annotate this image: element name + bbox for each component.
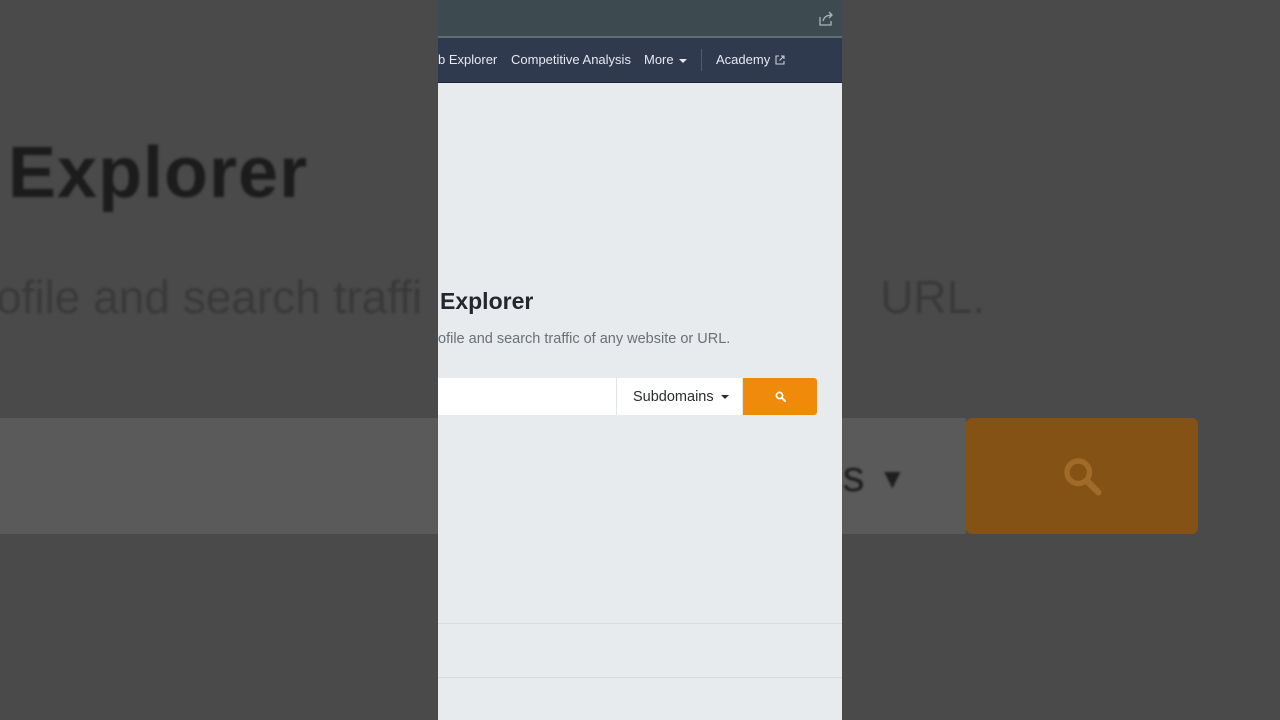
dropdown-label: Subdomains <box>633 389 714 405</box>
backdrop-search-button <box>966 418 1198 534</box>
search-bar: Subdomains <box>438 378 817 415</box>
backdrop-subtitle-start: ofile and search traffi <box>0 271 423 323</box>
main-nav: b Explorer Competitive Analysis More Aca… <box>438 38 842 83</box>
search-input[interactable] <box>438 378 616 415</box>
backdrop-search-icon <box>1064 458 1102 496</box>
nav-item-academy-label: Academy <box>716 52 771 67</box>
backdrop-caret-icon: ▼ <box>878 463 907 495</box>
nav-item-web-explorer[interactable]: b Explorer <box>438 52 497 67</box>
nav-item-academy[interactable]: Academy <box>716 52 785 67</box>
search-icon <box>775 391 786 402</box>
chevron-down-icon <box>721 395 729 399</box>
share-icon[interactable] <box>818 11 834 27</box>
divider <box>438 623 842 624</box>
chevron-down-icon <box>678 58 687 63</box>
browser-top-bar <box>438 0 842 38</box>
app-frame: b Explorer Competitive Analysis More Aca… <box>438 0 842 720</box>
nav-item-more[interactable]: More <box>644 52 687 67</box>
external-link-icon <box>775 55 785 65</box>
nav-item-more-label: More <box>644 52 674 67</box>
search-button[interactable] <box>743 378 817 415</box>
page-title: Explorer <box>440 288 534 314</box>
subdomains-dropdown[interactable]: Subdomains <box>616 378 742 415</box>
nav-item-competitive-analysis[interactable]: Competitive Analysis <box>511 52 631 67</box>
nav-divider <box>701 49 702 71</box>
backdrop-subtitle-end: URL. <box>880 271 985 323</box>
divider <box>438 677 842 678</box>
backdrop-title: Explorer <box>8 133 309 213</box>
page-subtitle: ofile and search traffic of any website … <box>438 331 731 347</box>
